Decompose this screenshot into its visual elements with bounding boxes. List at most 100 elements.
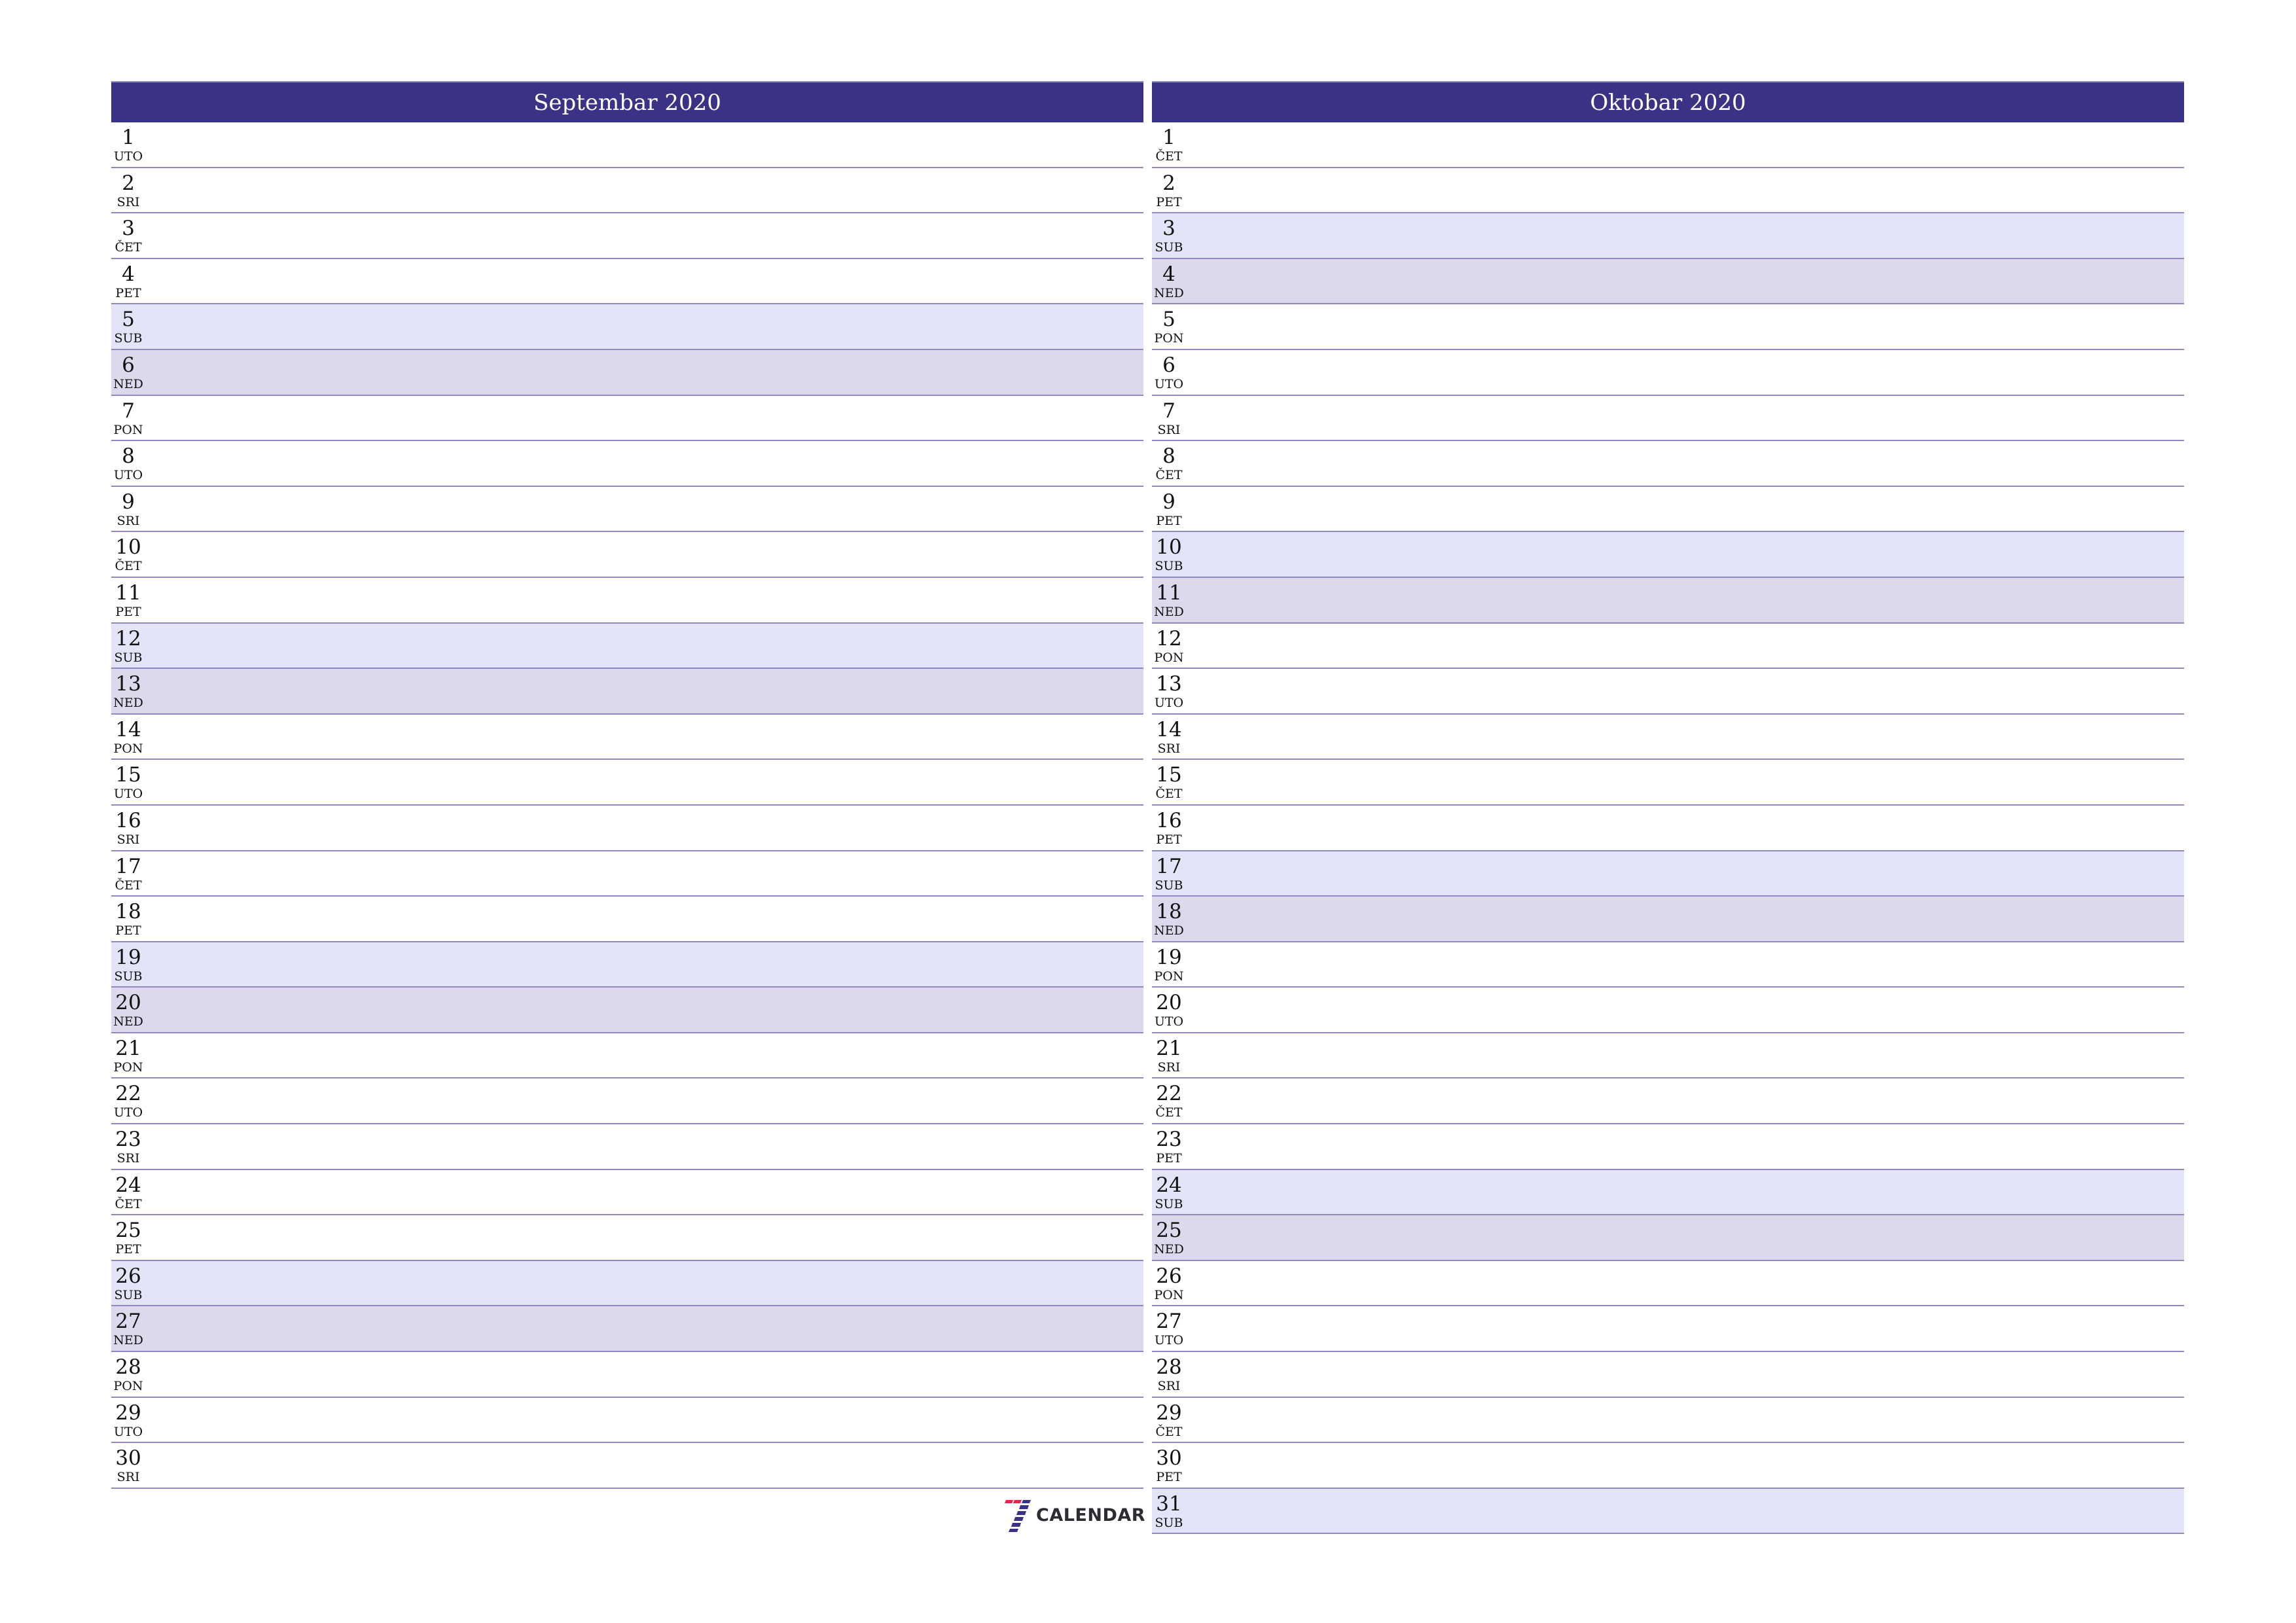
day-row[interactable]: 17 SUB (1152, 851, 2184, 897)
month-september: Septembar 2020 1 UTO 2 SRI 3 ČET 4 PET 5 SUB 6 NED 7… (111, 81, 1143, 1489)
day-row[interactable]: 5 SUB (111, 304, 1143, 350)
weekday-label: UTO (113, 468, 143, 483)
day-number: 9 (122, 490, 135, 514)
day-number: 26 (115, 1264, 141, 1288)
day-row[interactable]: 6 UTO (1152, 349, 2184, 396)
day-row[interactable]: 16 PET (1152, 805, 2184, 851)
logo-navy-segment (1022, 1500, 1031, 1503)
day-row[interactable]: 12 PON (1152, 623, 2184, 669)
day-row[interactable]: 6 NED (111, 349, 1143, 396)
day-row[interactable]: 23 SRI (111, 1124, 1143, 1170)
day-row[interactable]: 8 UTO (111, 441, 1143, 487)
day-row[interactable]: 15 ČET (1152, 760, 2184, 806)
day-cell: 4 PET (113, 259, 144, 300)
day-row[interactable]: 4 NED (1152, 259, 2184, 305)
day-cell: 10 ČET (113, 532, 144, 573)
day-row[interactable]: 17 ČET (111, 851, 1143, 897)
day-row[interactable]: 27 NED (111, 1306, 1143, 1353)
day-number: 6 (122, 353, 135, 377)
day-row[interactable]: 2 SRI (111, 168, 1143, 214)
day-number: 9 (1162, 490, 1175, 514)
day-row[interactable]: 8 ČET (1152, 441, 2184, 487)
day-row[interactable]: 7 PON (111, 395, 1143, 442)
day-row[interactable]: 29 UTO (111, 1397, 1143, 1444)
day-row[interactable]: 13 NED (111, 669, 1143, 715)
day-number: 18 (115, 900, 141, 924)
weekday-label: NED (1154, 923, 1184, 938)
day-row[interactable]: 19 PON (1152, 942, 2184, 988)
day-row[interactable]: 30 PET (1152, 1443, 2184, 1489)
day-row[interactable]: 14 PON (111, 714, 1143, 760)
day-row[interactable]: 14 SRI (1152, 714, 2184, 760)
day-row[interactable]: 26 SUB (111, 1260, 1143, 1307)
day-row[interactable]: 19 SUB (111, 942, 1143, 988)
day-row[interactable]: 20 UTO (1152, 988, 2184, 1033)
day-row[interactable]: 21 PON (111, 1033, 1143, 1079)
day-row[interactable]: 10 SUB (1152, 532, 2184, 578)
day-cell: 6 UTO (1153, 350, 1185, 391)
weekday-label: SUB (1155, 878, 1183, 893)
day-row[interactable]: 12 SUB (111, 623, 1143, 669)
day-row[interactable]: 5 PON (1152, 304, 2184, 350)
day-row[interactable]: 16 SRI (111, 805, 1143, 851)
day-number: 25 (115, 1219, 141, 1243)
day-row[interactable]: 21 SRI (1152, 1033, 2184, 1079)
day-row[interactable]: 29 ČET (1152, 1397, 2184, 1444)
day-row[interactable]: 3 SUB (1152, 213, 2184, 259)
day-cell: 11 PET (113, 578, 144, 619)
day-cell: 17 ČET (113, 851, 144, 893)
weekday-label: UTO (1154, 696, 1184, 711)
weekday-label: NED (1154, 1242, 1184, 1257)
logo-red-segment (1013, 1500, 1022, 1503)
day-cell: 6 NED (113, 350, 144, 391)
day-number: 18 (1156, 900, 1182, 924)
weekday-label: NED (113, 1333, 143, 1348)
day-row[interactable]: 24 SUB (1152, 1169, 2184, 1216)
day-row[interactable]: 3 ČET (111, 213, 1143, 259)
day-cell: 8 UTO (113, 441, 144, 482)
day-row[interactable]: 13 UTO (1152, 669, 2184, 715)
day-row[interactable]: 25 PET (111, 1215, 1143, 1261)
day-row[interactable]: 9 PET (1152, 486, 2184, 533)
day-row[interactable]: 18 NED (1152, 897, 2184, 942)
day-row[interactable]: 28 PON (111, 1352, 1143, 1398)
day-row[interactable]: 11 NED (1152, 577, 2184, 624)
day-row[interactable]: 18 PET (111, 897, 1143, 942)
day-number: 27 (115, 1310, 141, 1334)
day-row[interactable]: 1 UTO (111, 122, 1143, 168)
weekday-label: PET (115, 923, 141, 938)
weekday-label: SUB (1155, 1515, 1183, 1530)
day-number: 29 (115, 1400, 141, 1425)
day-cell: 11 NED (1153, 578, 1185, 619)
month-header: Septembar 2020 (111, 81, 1143, 122)
day-row[interactable]: 27 UTO (1152, 1306, 2184, 1353)
day-number: 8 (1162, 444, 1175, 469)
day-row[interactable]: 1 ČET (1152, 122, 2184, 168)
day-cell: 13 NED (113, 669, 144, 710)
day-row[interactable]: 23 PET (1152, 1124, 2184, 1170)
day-row[interactable]: 24 ČET (111, 1169, 1143, 1216)
weekday-label: PON (113, 1060, 143, 1075)
day-cell: 14 PON (113, 715, 144, 756)
day-cell: 7 PON (113, 396, 144, 437)
day-row[interactable]: 4 PET (111, 259, 1143, 305)
day-row[interactable]: 26 PON (1152, 1260, 2184, 1307)
day-cell: 12 PON (1153, 624, 1185, 665)
day-row[interactable]: 9 SRI (111, 486, 1143, 533)
day-row[interactable]: 11 PET (111, 577, 1143, 624)
day-row[interactable]: 22 ČET (1152, 1079, 2184, 1125)
seven-stripes-logo-icon (1005, 1500, 1031, 1532)
day-row[interactable]: 22 UTO (111, 1079, 1143, 1125)
day-row[interactable]: 10 ČET (111, 532, 1143, 578)
day-row[interactable]: 20 NED (111, 988, 1143, 1033)
day-number: 28 (1156, 1355, 1182, 1380)
day-cell: 2 PET (1153, 168, 1185, 209)
day-row[interactable]: 28 SRI (1152, 1352, 2184, 1398)
day-row[interactable]: 15 UTO (111, 760, 1143, 806)
day-row[interactable]: 2 PET (1152, 168, 2184, 214)
day-row[interactable]: 30 SRI (111, 1443, 1143, 1489)
day-row[interactable]: 7 SRI (1152, 395, 2184, 442)
day-row[interactable]: 31 SUB (1152, 1488, 2184, 1535)
day-row[interactable]: 25 NED (1152, 1215, 2184, 1261)
weekday-label: PET (1156, 513, 1182, 528)
